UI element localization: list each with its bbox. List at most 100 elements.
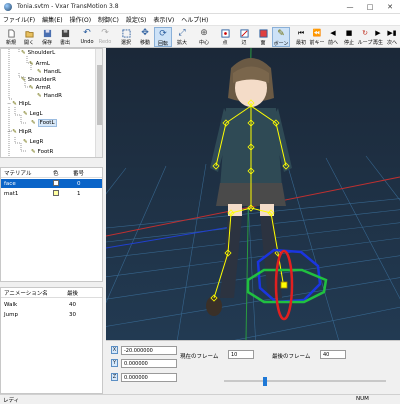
x-value-field[interactable]: -20.000000 <box>121 346 177 355</box>
next-frame-button[interactable]: ▶▮ 次へ <box>383 27 400 47</box>
frame-slider-thumb[interactable] <box>262 377 267 386</box>
scale-icon: ⤢ <box>178 28 186 38</box>
move-icon: ✥ <box>141 28 149 38</box>
tree-item-shoulderl[interactable]: ✎ ShoulderL <box>21 49 55 57</box>
folder-icon <box>24 28 34 38</box>
menu-edit[interactable]: 編集(E) <box>42 15 62 24</box>
tree-scrollbar-thumb[interactable] <box>97 65 102 125</box>
open-button[interactable]: 開く <box>20 27 38 47</box>
new-button[interactable]: 新規 <box>2 27 20 47</box>
frame-slider[interactable] <box>224 377 386 386</box>
undo-button[interactable]: ↶ Undo <box>78 27 96 47</box>
collapse-icon[interactable]: − <box>7 129 11 135</box>
undo-icon: ↶ <box>83 28 91 38</box>
last-frame-field[interactable]: 40 <box>320 350 346 359</box>
scale-tool-button[interactable]: ⤢ 拡大 <box>173 27 191 47</box>
save-icon <box>43 28 52 38</box>
tree-item-handl[interactable]: ✎ HandL <box>37 68 61 76</box>
tree-item-footr[interactable]: ✎ FootR <box>31 148 53 156</box>
material-col-number[interactable]: 番号 <box>73 169 84 177</box>
new-file-icon <box>7 28 16 38</box>
material-col-name[interactable]: マテリアル <box>4 169 31 177</box>
move-tool-button[interactable]: ✥ 移動 <box>136 27 154 47</box>
window-title: Tonia.svtm - Vxar TransMotion 3.8 <box>17 3 119 10</box>
animation-panel: アニメーション名 最後 Walk 40 Jump 30 <box>0 287 103 394</box>
material-col-color[interactable]: 色 <box>53 169 59 177</box>
bone-icon: ✎ <box>277 29 285 39</box>
menu-bar: ファイル(F) 編集(E) 操作(O) 制御(C) 設定(S) 表示(V) ヘル… <box>0 14 400 26</box>
point-icon <box>220 28 230 38</box>
material-header: マテリアル 色 番号 <box>1 168 102 178</box>
tree-scrollbar[interactable] <box>95 49 102 157</box>
maximize-button[interactable]: □ <box>360 0 380 14</box>
transform-panel: X -20.000000 Y 0.000000 Z 0.000000 現在のフレ… <box>106 340 400 394</box>
point-mode-button[interactable]: 点 <box>216 27 234 47</box>
face-mode-button[interactable]: 面 <box>254 27 272 47</box>
current-frame-field[interactable]: 10 <box>228 350 254 359</box>
menu-control[interactable]: 制御(C) <box>98 15 119 24</box>
tree-item-hipr[interactable]: − ✎ HipR <box>7 128 32 136</box>
bone-icon: ✎ <box>37 69 42 75</box>
material-panel: マテリアル 色 番号 face 0 mat1 1 <box>0 167 103 282</box>
status-bar: レディ NUM <box>0 394 400 404</box>
select-tool-button[interactable]: 選択 <box>117 27 135 47</box>
num-lock-indicator: NUM <box>356 396 369 402</box>
z-value-field[interactable]: 0.000000 <box>121 373 177 382</box>
animation-col-last[interactable]: 最後 <box>67 289 78 297</box>
menu-settings[interactable]: 設定(S) <box>126 15 147 24</box>
animation-row[interactable]: Jump 30 <box>1 310 102 319</box>
viewport-scene <box>106 48 400 340</box>
menu-file[interactable]: ファイル(F) <box>3 15 35 24</box>
prev-keyframe-icon: ⏪ <box>312 29 322 37</box>
face-icon <box>258 28 268 38</box>
material-row[interactable]: mat1 1 <box>1 189 102 198</box>
bone-icon: ✎ <box>23 111 28 117</box>
stop-icon: ■ <box>345 29 353 37</box>
material-row[interactable]: face 0 <box>1 179 102 188</box>
y-axis-button[interactable]: Y <box>111 359 118 367</box>
z-axis-button[interactable]: Z <box>111 373 118 381</box>
bone-icon: ✎ <box>12 101 17 107</box>
tree-item-hipl[interactable]: − ✎ HipL <box>7 100 31 108</box>
tree-item-shoulderr[interactable]: ✎ ShoulderR <box>21 76 56 84</box>
bone-icon: ✎ <box>21 77 26 83</box>
collapse-icon[interactable]: − <box>7 101 11 107</box>
title-bar: Tonia.svtm - Vxar TransMotion 3.8 — □ ✕ <box>0 0 400 14</box>
bone-icon: ✎ <box>29 61 34 67</box>
minimize-button[interactable]: — <box>340 0 360 14</box>
bone-icon: ✎ <box>31 120 36 126</box>
animation-col-name[interactable]: アニメーション名 <box>4 289 48 297</box>
tree-item-legl[interactable]: ✎ LegL <box>23 110 43 118</box>
close-button[interactable]: ✕ <box>380 0 400 14</box>
tree-item-armr[interactable]: ✎ ArmR <box>29 84 51 92</box>
play-icon: ▶ <box>375 29 381 37</box>
redo-button[interactable]: ↷ Redo <box>96 27 114 47</box>
bone-tree: ✎ ShoulderL ✎ ArmL ✎ HandL ✎ ShoulderR ✎… <box>0 48 103 158</box>
3d-viewport[interactable] <box>106 48 400 340</box>
center-button[interactable]: ⊕ 中心 <box>195 27 213 47</box>
y-value-field[interactable]: 0.000000 <box>121 359 177 368</box>
animation-row[interactable]: Walk 40 <box>1 300 102 309</box>
tree-item-handr[interactable]: ✎ HandR <box>37 92 62 100</box>
menu-view[interactable]: 表示(V) <box>153 15 174 24</box>
x-axis-button[interactable]: X <box>111 346 118 354</box>
export-button[interactable]: 書出 <box>56 27 74 47</box>
status-text: レディ <box>3 398 20 404</box>
first-frame-icon: ⏮ <box>297 28 305 37</box>
tree-item-arml[interactable]: ✎ ArmL <box>29 60 50 68</box>
bone-mode-button[interactable]: ✎ ボーン <box>272 27 290 47</box>
next-frame-icon: ▶▮ <box>387 29 397 37</box>
material-color-swatch[interactable] <box>53 180 59 186</box>
toolbar: 新規 開く 保存 書出 ↶ Undo ↷ Redo 選択 ✥ 移動 ⟳ 回転 ⤢… <box>0 26 400 48</box>
save-button[interactable]: 保存 <box>38 27 56 47</box>
tree-item-footl[interactable]: ✎ FootL <box>31 119 57 127</box>
center-icon: ⊕ <box>200 28 208 38</box>
rotate-tool-button[interactable]: ⟳ 回転 <box>154 27 172 47</box>
menu-help[interactable]: ヘルプ(H) <box>181 15 208 24</box>
line-mode-button[interactable]: 辺 <box>235 27 253 47</box>
menu-operation[interactable]: 操作(O) <box>70 15 91 24</box>
current-frame-label: 現在のフレーム <box>180 354 219 360</box>
tree-item-legr[interactable]: ✎ LegR <box>23 138 43 146</box>
bone-icon: ✎ <box>29 85 34 91</box>
material-color-swatch[interactable] <box>53 190 59 196</box>
